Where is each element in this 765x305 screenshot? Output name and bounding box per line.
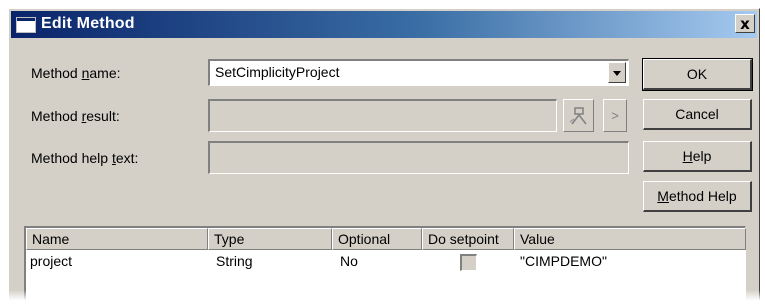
browse-result-button[interactable] bbox=[563, 99, 594, 132]
do-setpoint-checkbox[interactable] bbox=[460, 254, 477, 271]
next-button[interactable]: > bbox=[603, 99, 627, 132]
method-name-value: SetCimplicityProject bbox=[215, 64, 340, 80]
column-header-do-setpoint[interactable]: Do setpoint bbox=[422, 228, 514, 250]
close-button[interactable]: x bbox=[735, 14, 755, 33]
bottom-fade bbox=[0, 290, 765, 305]
param-type-cell: String bbox=[216, 253, 253, 269]
pick-tag-icon bbox=[569, 106, 587, 124]
help-button[interactable]: Help bbox=[643, 141, 752, 172]
param-optional-cell: No bbox=[340, 253, 358, 269]
ok-button[interactable]: OK bbox=[642, 58, 753, 91]
param-name-cell: project bbox=[30, 253, 73, 269]
column-header-value[interactable]: Value bbox=[514, 228, 746, 250]
method-name-dropdown-button[interactable] bbox=[608, 62, 626, 83]
method-help-text-field bbox=[208, 141, 629, 174]
method-name-label: Method name: bbox=[31, 65, 121, 81]
window-icon bbox=[16, 17, 36, 33]
cancel-button[interactable]: Cancel bbox=[643, 99, 752, 130]
column-header-name[interactable]: Name bbox=[26, 228, 208, 250]
param-value-cell: "CIMPDEMO" bbox=[520, 253, 607, 269]
column-header-optional[interactable]: Optional bbox=[332, 228, 422, 250]
method-help-text-label: Method help text: bbox=[31, 150, 139, 166]
column-header-type[interactable]: Type bbox=[208, 228, 332, 250]
method-name-combobox[interactable]: SetCimplicityProject bbox=[208, 59, 629, 86]
window-title: Edit Method bbox=[41, 15, 135, 32]
method-result-label: Method result: bbox=[31, 108, 120, 124]
method-help-button[interactable]: Method Help bbox=[643, 181, 752, 212]
title-bar[interactable]: Edit Method x bbox=[11, 11, 757, 38]
method-result-field bbox=[208, 99, 557, 132]
